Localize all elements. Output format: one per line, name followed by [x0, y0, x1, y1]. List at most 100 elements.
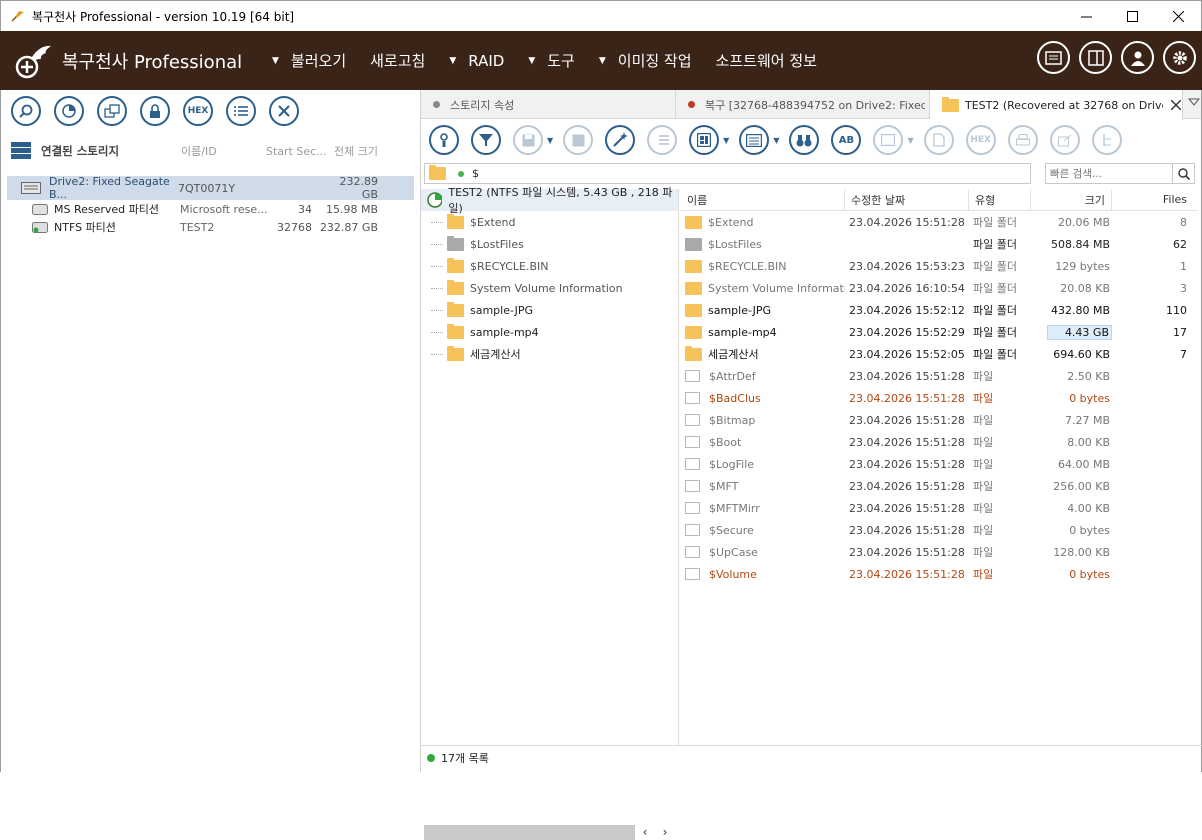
find-binoculars-icon[interactable]	[789, 125, 820, 155]
list-row[interactable]: $LostFiles 파일 폴더 508.84 MB 62	[681, 233, 1198, 255]
menu-refresh[interactable]: 새로고침	[370, 50, 425, 71]
settings-gear-icon[interactable]	[1163, 41, 1196, 74]
row-name: System Volume Informati...	[708, 281, 845, 295]
list-row[interactable]: 세금계산서 23.04.2026 15:52:05 파일 폴더 694.60 KB 7	[681, 343, 1198, 365]
scrollbar-thumb[interactable]	[424, 824, 635, 840]
close-button[interactable]	[1155, 1, 1201, 31]
menu-about[interactable]: 소프트웨어 정보	[716, 50, 817, 71]
scroll-right-icon[interactable]: ›	[655, 825, 675, 839]
minimize-button[interactable]	[1063, 1, 1109, 31]
save-icon[interactable]	[513, 125, 543, 155]
view-mode-icon[interactable]	[689, 125, 720, 155]
list-row[interactable]: $UpCase 23.04.2026 15:51:28 파일 128.00 KB	[681, 541, 1198, 563]
folder-icon	[685, 281, 702, 295]
col-type[interactable]: 유형	[969, 188, 1031, 211]
filter-icon[interactable]	[471, 125, 501, 155]
tab-dropdown-icon[interactable]	[1187, 96, 1201, 110]
row-date: 23.04.2026 15:51:28	[849, 391, 965, 405]
col-start[interactable]: Start Sec...	[266, 145, 334, 158]
row-name: $RECYCLE.BIN	[708, 259, 787, 273]
scroll-left-icon[interactable]: ‹	[635, 825, 655, 839]
tree-structure-icon[interactable]	[1091, 125, 1122, 155]
list-row[interactable]: $MFTMirr 23.04.2026 15:51:28 파일 4.00 KB	[681, 497, 1198, 519]
menu-load[interactable]: ▼ 불러오기	[272, 50, 346, 71]
file-icon	[685, 392, 700, 404]
list-icon[interactable]	[226, 96, 256, 126]
export-icon[interactable]	[1049, 125, 1080, 155]
tree-item[interactable]: $LostFiles	[421, 233, 678, 255]
close-icon[interactable]	[269, 96, 299, 126]
save-options-icon[interactable]	[563, 125, 594, 155]
col-files[interactable]: Files	[1112, 189, 1195, 211]
print-icon[interactable]	[1007, 125, 1038, 155]
hex-viewer-button[interactable]: HEX	[183, 96, 213, 126]
checklist-icon[interactable]	[647, 125, 678, 155]
maximize-button[interactable]	[1109, 1, 1155, 31]
menu-imaging[interactable]: ▼ 이미징 작업	[599, 50, 692, 71]
search-icon[interactable]	[11, 96, 41, 126]
user-icon[interactable]	[1121, 41, 1154, 74]
list-row[interactable]: $Bitmap 23.04.2026 15:51:28 파일 7.27 MB	[681, 409, 1198, 431]
open-file-icon[interactable]	[923, 125, 954, 155]
partition-icon[interactable]	[54, 96, 84, 126]
log-icon[interactable]	[1037, 41, 1070, 74]
list-row[interactable]: $Extend 23.04.2026 15:51:28 파일 폴더 20.06 MB 8	[681, 211, 1198, 233]
list-row[interactable]: $Boot 23.04.2026 15:51:28 파일 8.00 KB	[681, 431, 1198, 453]
menu-raid[interactable]: ▼ RAID	[449, 52, 504, 70]
folder-icon	[447, 345, 464, 361]
tree-item[interactable]: sample-JPG	[421, 299, 678, 321]
list-row[interactable]: $LogFile 23.04.2026 15:51:28 파일 64.00 MB	[681, 453, 1198, 475]
row-size: 2.50 KB	[1067, 369, 1110, 383]
col-size[interactable]: 크기	[1031, 188, 1112, 211]
tree-horizontal-scrollbar[interactable]: ‹ ›	[424, 824, 679, 840]
list-row[interactable]: $MFT 23.04.2026 15:51:28 파일 256.00 KB	[681, 475, 1198, 497]
list-row[interactable]: $AttrDef 23.04.2026 15:51:28 파일 2.50 KB	[681, 365, 1198, 387]
list-row[interactable]: $Secure 23.04.2026 15:51:28 파일 0 bytes	[681, 519, 1198, 541]
col-size[interactable]: 전체 크기	[334, 143, 378, 159]
magic-wand-icon[interactable]	[605, 125, 636, 155]
file-icon	[685, 414, 700, 426]
close-tab-icon[interactable]	[1171, 100, 1181, 110]
lock-icon[interactable]	[140, 96, 170, 126]
storage-row-drive2[interactable]: Drive2: Fixed Seagate B... 7QT0071Y 232.…	[7, 175, 414, 201]
list-row[interactable]: $RECYCLE.BIN 23.04.2026 15:53:23 파일 폴더 129 …	[681, 255, 1198, 277]
col-name[interactable]: 이름	[681, 188, 845, 211]
view-dropdown-icon[interactable]: ▼	[723, 136, 729, 145]
list-row[interactable]: sample-JPG 23.04.2026 15:52:12 파일 폴더 432.80…	[681, 299, 1198, 321]
tab-bar: 스토리지 속성 복구 [32768-488394752 on Drive2: F…	[421, 90, 1201, 120]
col-date[interactable]: 수정한 날짜	[845, 188, 969, 211]
tab-recovery[interactable]: 복구 [32768-488394752 on Drive2: Fixed ...	[676, 90, 930, 119]
details-view-icon[interactable]	[739, 125, 770, 155]
row-date: 23.04.2026 15:53:23	[849, 259, 965, 273]
copy-disk-icon[interactable]	[97, 96, 127, 126]
folder-icon	[685, 237, 702, 251]
search-input[interactable]	[1046, 167, 1172, 180]
tab-test2[interactable]: TEST2 (Recovered at 32768 on Drive...	[930, 90, 1183, 120]
list-row[interactable]: $Volume 23.04.2026 15:51:28 파일 0 bytes	[681, 563, 1198, 585]
list-row[interactable]: sample-mp4 23.04.2026 15:52:29 파일 폴더 4.43 G…	[681, 321, 1198, 343]
storage-row-ntfs[interactable]: NTFS 파티션 TEST2 32768 232.87 GB	[7, 218, 414, 236]
panel-layout-icon[interactable]	[1079, 41, 1112, 74]
list-row[interactable]: System Volume Informati... 23.04.2026 16:…	[681, 277, 1198, 299]
file-info-icon[interactable]	[429, 125, 459, 155]
menu-tools[interactable]: ▼ 도구	[528, 50, 575, 71]
preview-dropdown-icon[interactable]: ▼	[907, 136, 913, 145]
row-size: 0 bytes	[1069, 523, 1110, 537]
col-id[interactable]: 이름/ID	[181, 143, 266, 159]
preview-icon[interactable]	[873, 125, 904, 155]
details-dropdown-icon[interactable]: ▼	[773, 136, 779, 145]
find-text-button[interactable]: AB	[831, 125, 862, 155]
row-date: 23.04.2026 15:51:28	[849, 545, 965, 559]
tree-item[interactable]: $RECYCLE.BIN	[421, 255, 678, 277]
tree-item[interactable]: 세금계산서	[421, 343, 678, 365]
tree-item[interactable]: sample-mp4	[421, 321, 678, 343]
tree-root[interactable]: TEST2 (NTFS 파일 시스템, 5.43 GB , 218 파일)	[421, 186, 678, 215]
save-dropdown-icon[interactable]: ▼	[547, 136, 553, 145]
hex-view-button[interactable]: HEX	[965, 125, 996, 155]
tab-storage-properties[interactable]: 스토리지 속성	[421, 90, 676, 119]
storage-row-ms-reserved[interactable]: MS Reserved 파티션 Microsoft rese... 34 15.…	[7, 200, 414, 218]
path-bar[interactable]: $	[424, 163, 1031, 184]
search-icon[interactable]	[1172, 164, 1194, 183]
tree-item[interactable]: System Volume Information	[421, 277, 678, 299]
list-row[interactable]: $BadClus 23.04.2026 15:51:28 파일 0 bytes	[681, 387, 1198, 409]
